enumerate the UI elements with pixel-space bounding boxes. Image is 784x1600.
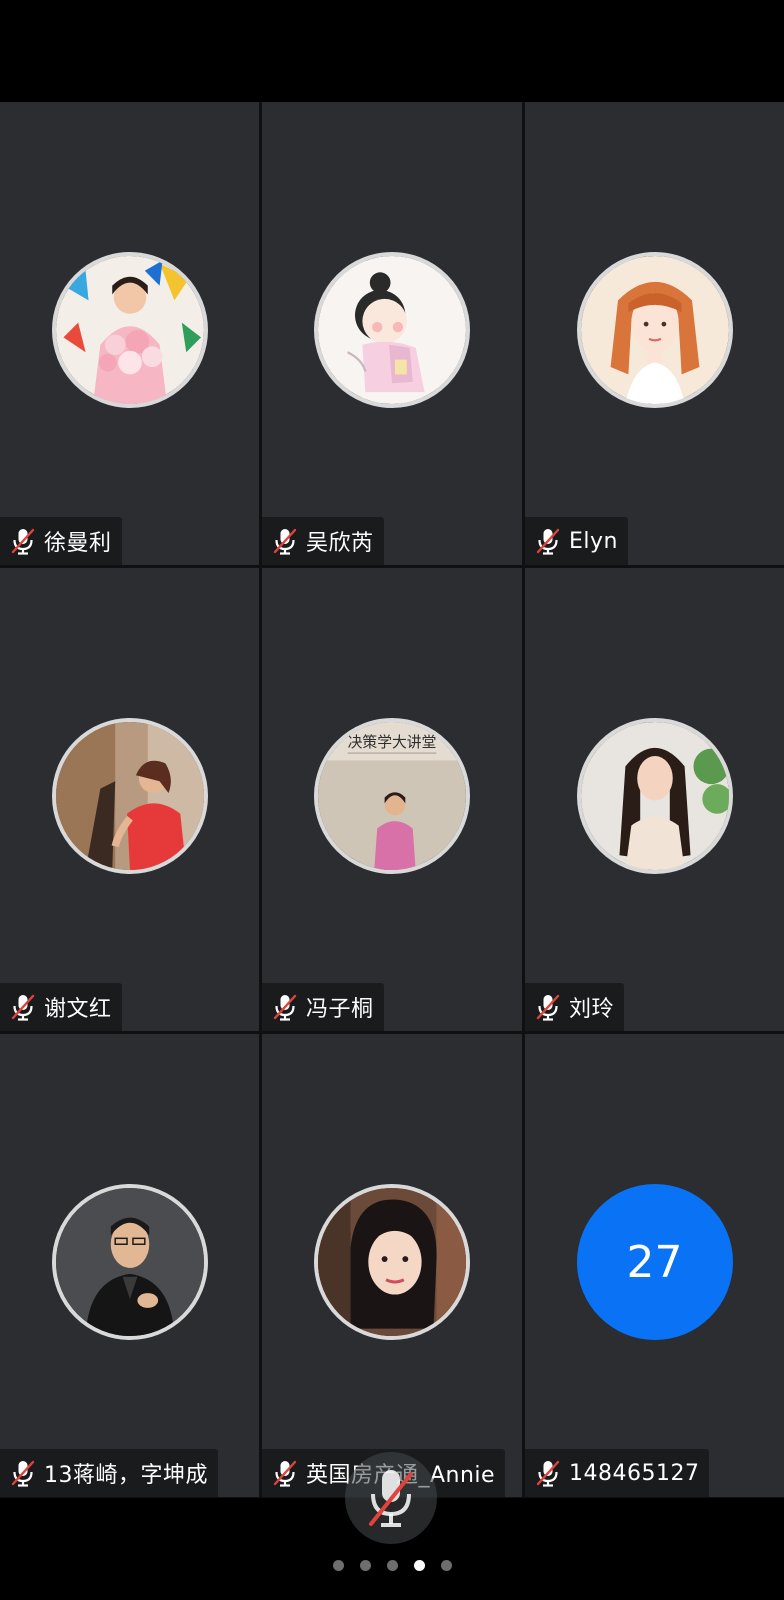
participant-tile[interactable]: Elyn <box>525 102 784 565</box>
mic-muted-icon <box>273 994 297 1021</box>
avatar-photo-sign: 决策学大讲堂 <box>318 722 466 870</box>
participant-tile[interactable]: 吴欣芮 <box>262 102 522 565</box>
avatar-photo-red-shirt <box>55 722 204 870</box>
participant-avatar <box>51 1184 208 1340</box>
participant-tile[interactable]: 英国房产通_Annie <box>262 1034 522 1497</box>
participant-name-tag: 谢文红 <box>0 983 122 1031</box>
page-dot[interactable] <box>359 1559 371 1571</box>
page-dot[interactable] <box>440 1559 452 1571</box>
participant-tile[interactable]: 徐曼利 <box>0 102 259 565</box>
page-dot[interactable] <box>332 1559 344 1571</box>
participant-avatar <box>51 252 208 408</box>
participant-name: 148465127 <box>569 1460 700 1486</box>
mic-muted-icon <box>11 994 35 1021</box>
participant-avatar <box>51 718 208 874</box>
participant-tile[interactable]: 谢文红 <box>0 568 259 1031</box>
avatar-illustrated-woman <box>580 256 729 404</box>
participant-name: 吴欣芮 <box>306 531 374 556</box>
participant-grid: 徐曼利 吴欣芮 Elyn 谢文红 决策学大讲堂 冯子桐 刘玲 13蒋崎，字坤成 … <box>0 102 784 1498</box>
mic-muted-icon <box>11 528 35 555</box>
participant-avatar: 决策学大讲堂 <box>314 718 470 874</box>
participant-name: Elyn <box>569 528 618 554</box>
mic-muted-icon <box>536 528 560 555</box>
participant-name-tag: 徐曼利 <box>0 517 122 565</box>
page-indicator <box>0 1555 784 1575</box>
participant-avatar-number: 27 <box>576 1184 733 1340</box>
mic-muted-icon <box>273 1460 297 1487</box>
avatar-sign-text: 决策学大讲堂 <box>348 734 437 751</box>
avatar-photo-long-hair <box>580 722 729 870</box>
mic-toggle-button[interactable] <box>345 1452 437 1544</box>
participant-name-tag: Elyn <box>525 517 628 565</box>
participant-name-tag: 刘玲 <box>525 983 625 1031</box>
participant-name: 刘玲 <box>569 997 615 1022</box>
avatar-photo-selfie <box>318 1188 466 1336</box>
avatar-photo-flowers <box>55 256 204 404</box>
participant-name-tag: 吴欣芮 <box>262 517 384 565</box>
participant-avatar <box>576 718 733 874</box>
mic-muted-icon <box>11 1460 35 1487</box>
avatar-photo-man-suit <box>55 1188 204 1336</box>
participant-tile[interactable]: 27 148465127 <box>525 1034 784 1497</box>
participant-tile[interactable]: 决策学大讲堂 冯子桐 <box>262 568 522 1031</box>
mic-muted-icon <box>536 994 560 1021</box>
participant-avatar <box>314 1184 470 1340</box>
mic-muted-icon <box>273 528 297 555</box>
participant-avatar <box>576 252 733 408</box>
participant-name: 13蒋崎，字坤成 <box>44 1463 208 1488</box>
page-dot-active[interactable] <box>413 1559 425 1571</box>
participant-name-tag: 148465127 <box>525 1449 710 1497</box>
participant-name: 徐曼利 <box>44 531 112 556</box>
participant-name: 冯子桐 <box>306 997 374 1022</box>
mic-muted-icon <box>536 1460 560 1487</box>
participant-avatar <box>314 252 470 408</box>
participant-tile[interactable]: 13蒋崎，字坤成 <box>0 1034 259 1497</box>
mic-off-icon <box>369 1470 413 1527</box>
participant-name: 谢文红 <box>44 997 112 1022</box>
meeting-gallery-view: 徐曼利 吴欣芮 Elyn 谢文红 决策学大讲堂 冯子桐 刘玲 13蒋崎，字坤成 … <box>0 0 784 1600</box>
participant-tile[interactable]: 刘玲 <box>525 568 784 1031</box>
avatar-cartoon-girl <box>318 256 466 404</box>
participant-name-tag: 13蒋崎，字坤成 <box>0 1449 218 1497</box>
participant-name-tag: 冯子桐 <box>262 983 384 1031</box>
page-dot[interactable] <box>386 1559 398 1571</box>
